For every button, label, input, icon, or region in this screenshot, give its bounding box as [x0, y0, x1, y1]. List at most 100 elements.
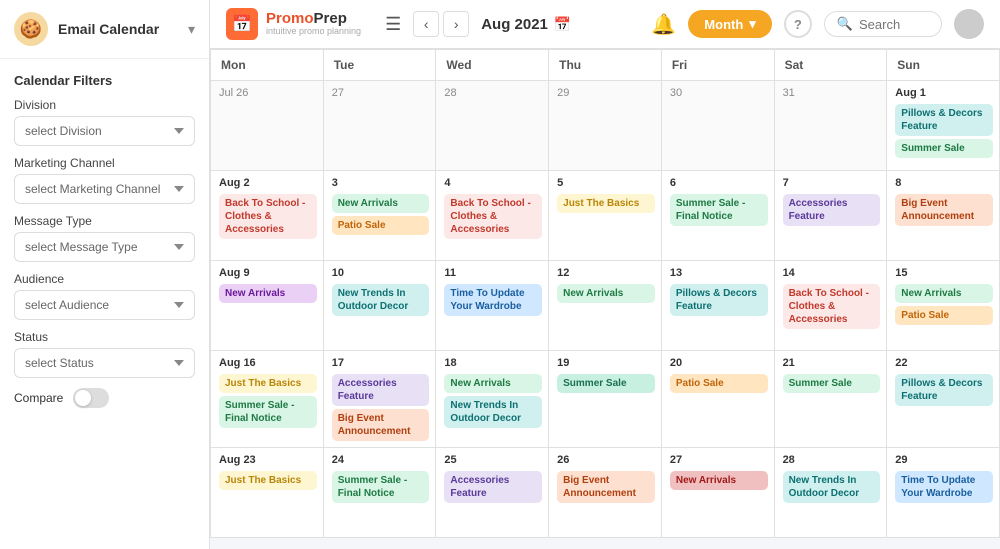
logo-text: PromoPrep intuitive promo planning	[266, 11, 361, 37]
event-pill[interactable]: Summer Sale	[895, 139, 993, 158]
compare-label: Compare	[14, 391, 63, 405]
cal-cell: 21Summer Sale	[775, 351, 888, 448]
event-pill[interactable]: New Trends In Outdoor Decor	[444, 396, 542, 428]
day-header-tue: Tue	[324, 50, 437, 81]
logo-area: 📅 PromoPrep intuitive promo planning	[226, 8, 361, 40]
event-pill[interactable]: Back To School - Clothes & Accessories	[783, 284, 881, 329]
cal-cell: 25Accessories Feature	[436, 448, 549, 538]
status-filter-group: Status select Status	[14, 330, 195, 378]
date-number: 11	[444, 267, 542, 279]
date-number: 17	[332, 357, 430, 369]
month-view-button[interactable]: Month ▾	[688, 10, 772, 38]
date-number: 7	[783, 177, 881, 189]
next-month-button[interactable]: ›	[443, 11, 469, 37]
message-select[interactable]: select Message Type	[14, 232, 195, 262]
date-number: 28	[783, 454, 881, 466]
event-pill[interactable]: Patio Sale	[670, 374, 768, 393]
division-filter-group: Division select Division	[14, 98, 195, 146]
cal-cell: 24 Summer Sale - Final Notice	[324, 448, 437, 538]
event-pill[interactable]: Summer Sale	[783, 374, 881, 393]
event-pill[interactable]: Big Event Announcement	[332, 409, 430, 441]
date-number: 13	[670, 267, 768, 279]
division-select[interactable]: select Division	[14, 116, 195, 146]
event-pill[interactable]: Pillows & Decors Feature	[895, 374, 993, 406]
cal-cell: Aug 9New Arrivals	[211, 261, 324, 351]
event-pill[interactable]: New Arrivals	[444, 374, 542, 393]
event-pill[interactable]: New Arrivals	[895, 284, 993, 303]
day-header-wed: Wed	[436, 50, 549, 81]
date-number: Aug 16	[219, 357, 317, 369]
event-pill[interactable]: Accessories Feature	[332, 374, 430, 406]
event-pill[interactable]: Patio Sale	[332, 216, 430, 235]
sidebar-header: 🍪 Email Calendar ▾	[0, 0, 209, 59]
date-number: 29	[895, 454, 993, 466]
date-number: 6	[670, 177, 768, 189]
event-pill[interactable]: New Arrivals	[557, 284, 655, 303]
event-pill[interactable]: New Trends In Outdoor Decor	[783, 471, 881, 503]
day-header-thu: Thu	[549, 50, 662, 81]
month-btn-chevron: ▾	[749, 16, 756, 32]
event-pill[interactable]: Accessories Feature	[783, 194, 881, 226]
event-pill[interactable]: Just The Basics	[219, 471, 317, 490]
marketing-select[interactable]: select Marketing Channel	[14, 174, 195, 204]
sidebar-chevron-icon[interactable]: ▾	[188, 21, 195, 38]
date-number: 27	[332, 87, 430, 99]
date-number: 31	[783, 87, 881, 99]
logo-brand: PromoPrep	[266, 11, 361, 28]
audience-select[interactable]: select Audience	[14, 290, 195, 320]
event-pill[interactable]: Summer Sale - Final Notice	[219, 396, 317, 428]
cal-cell: 4Back To School - Clothes & Accessories	[436, 171, 549, 261]
bell-button[interactable]: 🔔	[651, 12, 676, 37]
event-pill[interactable]: Summer Sale - Final Notice	[332, 471, 430, 503]
event-pill[interactable]: Summer Sale - Final Notice	[670, 194, 768, 226]
event-pill[interactable]: Pillows & Decors Feature	[670, 284, 768, 316]
cal-cell: 28 New Trends In Outdoor Decor	[775, 448, 888, 538]
event-pill[interactable]: New Arrivals	[332, 194, 430, 213]
event-pill[interactable]: New Trends In Outdoor Decor	[332, 284, 430, 316]
event-pill[interactable]: Patio Sale	[895, 306, 993, 325]
search-input[interactable]	[859, 17, 929, 32]
cal-cell: 12New Arrivals	[549, 261, 662, 351]
compare-toggle[interactable]	[73, 388, 109, 408]
event-pill[interactable]: Back To School - Clothes & Accessories	[444, 194, 542, 239]
prev-month-button[interactable]: ‹	[413, 11, 439, 37]
date-number: Aug 2	[219, 177, 317, 189]
event-pill[interactable]: Just The Basics	[557, 194, 655, 213]
event-pill[interactable]: Pillows & Decors Feature	[895, 104, 993, 136]
nav-arrows: ‹ ›	[413, 11, 469, 37]
event-pill[interactable]: Big Event Announcement	[895, 194, 993, 226]
cal-cell: 17 Accessories FeatureBig Event Announcem…	[324, 351, 437, 448]
event-pill[interactable]: Back To School - Clothes & Accessories	[219, 194, 317, 239]
calendar-icon[interactable]: 📅	[554, 16, 571, 33]
event-pill[interactable]: Accessories Feature	[444, 471, 542, 503]
cal-cell: 10New Trends In Outdoor Decor	[324, 261, 437, 351]
status-select[interactable]: select Status	[14, 348, 195, 378]
marketing-label: Marketing Channel	[14, 156, 195, 170]
cal-cell: Aug 1Pillows & Decors FeatureSummer Sale	[887, 81, 1000, 171]
audience-label: Audience	[14, 272, 195, 286]
event-pill[interactable]: Summer Sale	[557, 374, 655, 393]
cookie-icon: 🍪	[14, 12, 48, 46]
help-button[interactable]: ?	[784, 10, 812, 38]
cal-cell: 11 Time To Update Your Wardrobe	[436, 261, 549, 351]
status-label: Status	[14, 330, 195, 344]
user-avatar[interactable]	[954, 9, 984, 39]
event-pill[interactable]: Time To Update Your Wardrobe	[895, 471, 993, 503]
event-pill[interactable]: New Arrivals	[670, 471, 768, 490]
logo-tagline: intuitive promo planning	[266, 27, 361, 37]
audience-filter-group: Audience select Audience	[14, 272, 195, 320]
event-pill[interactable]: Just The Basics	[219, 374, 317, 393]
cal-cell: 20Patio Sale	[662, 351, 775, 448]
date-number: 24	[332, 454, 430, 466]
day-header-fri: Fri	[662, 50, 775, 81]
date-number: 27	[670, 454, 768, 466]
event-pill[interactable]: Big Event Announcement	[557, 471, 655, 503]
message-label: Message Type	[14, 214, 195, 228]
event-pill[interactable]: Time To Update Your Wardrobe	[444, 284, 542, 316]
hamburger-icon[interactable]: ☰	[385, 14, 401, 35]
nav-month: Aug 2021 📅	[481, 16, 571, 33]
message-filter-group: Message Type select Message Type	[14, 214, 195, 262]
current-month-label: Aug 2021	[481, 16, 548, 33]
cal-cell: 28	[436, 81, 549, 171]
event-pill[interactable]: New Arrivals	[219, 284, 317, 303]
